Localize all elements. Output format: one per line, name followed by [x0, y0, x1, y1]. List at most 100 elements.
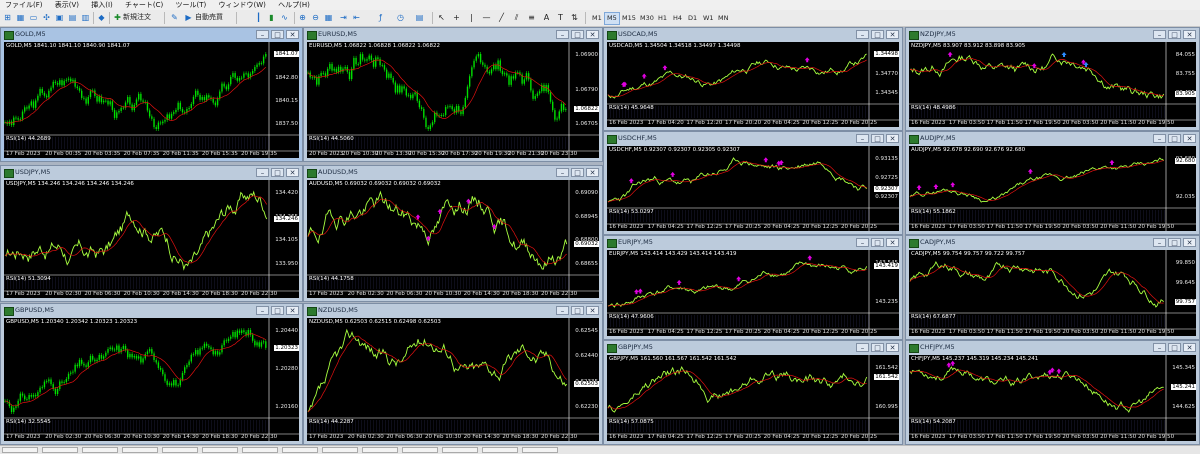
- chart-window[interactable]: CHFJPY,M5– □ ✕ CHFJPY,M5 145.237 145.319 14…: [905, 340, 1200, 445]
- cursor-icon[interactable]: ↖: [437, 13, 446, 22]
- timeframe-h4[interactable]: H4: [670, 12, 685, 25]
- navigator-icon[interactable]: ▣: [55, 13, 64, 22]
- chart-window[interactable]: EURJPY,M5– □ ✕ EURJPY,M5 143.414 143.429 14…: [603, 235, 903, 340]
- menu-file[interactable]: ファイル(F): [0, 0, 48, 10]
- chart-tab[interactable]: [482, 447, 518, 453]
- auto-trading-button[interactable]: 自動売買: [195, 12, 223, 23]
- price-chart[interactable]: EURJPY,M5 143.414 143.429 143.414 143.41…: [607, 250, 899, 336]
- timeframe-h1[interactable]: H1: [655, 12, 670, 25]
- close-button[interactable]: ✕: [1183, 238, 1196, 247]
- close-button[interactable]: ✕: [1183, 134, 1196, 143]
- maximize-button[interactable]: □: [271, 168, 284, 177]
- close-button[interactable]: ✕: [886, 30, 899, 39]
- chart-window[interactable]: GBPUSD,M5– □ ✕ GBPUSD,M5 1.20340 1.20342 1.…: [0, 303, 303, 445]
- timeframe-m5[interactable]: M5: [604, 12, 620, 25]
- maximize-button[interactable]: □: [1168, 30, 1181, 39]
- templates-icon[interactable]: ▤: [415, 13, 424, 22]
- chart-tab[interactable]: [242, 447, 278, 453]
- close-button[interactable]: ✕: [1183, 30, 1196, 39]
- new-order-button[interactable]: 新規注文: [123, 12, 151, 23]
- equidistant-channel-icon[interactable]: ⫽: [512, 13, 521, 22]
- chart-window[interactable]: AUDJPY,M5– □ ✕ AUDJPY,M5 92.678 92.690 92.6…: [905, 131, 1200, 235]
- price-chart[interactable]: USDJPY,M5 134.246 134.246 134.246 134.24…: [4, 180, 299, 298]
- close-button[interactable]: ✕: [586, 30, 599, 39]
- price-chart[interactable]: NZDUSD,M5 0.62503 0.62515 0.62498 0.6250…: [307, 318, 599, 441]
- menu-help[interactable]: ヘルプ(H): [273, 0, 315, 10]
- close-button[interactable]: ✕: [1183, 343, 1196, 352]
- candlestick-icon[interactable]: ▮: [267, 13, 276, 22]
- chart-tab[interactable]: [122, 447, 158, 453]
- chart-window[interactable]: USDCAD,M5– □ ✕ USDCAD,M5 1.34504 1.34518 1.…: [603, 27, 903, 131]
- price-chart[interactable]: GBPJPY,M5 161.560 161.567 161.542 161.54…: [607, 355, 899, 441]
- chart-tab[interactable]: [162, 447, 198, 453]
- close-button[interactable]: ✕: [586, 306, 599, 315]
- close-button[interactable]: ✕: [286, 168, 299, 177]
- trendline-icon[interactable]: ╱: [497, 13, 506, 22]
- chart-window[interactable]: EURUSD,M5– □ ✕ EURUSD,M5 1.06822 1.06828 1.…: [303, 27, 603, 162]
- maximize-button[interactable]: □: [571, 168, 584, 177]
- minimize-button[interactable]: –: [1153, 134, 1166, 143]
- chart-window[interactable]: GBPJPY,M5– □ ✕ GBPJPY,M5 161.560 161.567 16…: [603, 340, 903, 445]
- price-chart[interactable]: EURUSD,M5 1.06822 1.06828 1.06822 1.0682…: [307, 42, 599, 158]
- metaeditor-icon[interactable]: ◆: [97, 13, 106, 22]
- chart-shift-icon[interactable]: ⇤: [352, 13, 361, 22]
- strategy-tester-icon[interactable]: ▥: [81, 13, 90, 22]
- price-chart[interactable]: USDCHF,M5 0.92307 0.92307 0.92305 0.9230…: [607, 146, 899, 231]
- indicators-icon[interactable]: ƒ: [376, 13, 385, 22]
- chart-window[interactable]: USDCHF,M5– □ ✕ USDCHF,M5 0.92307 0.92307 0.…: [603, 131, 903, 235]
- menu-tools[interactable]: ツール(T): [171, 0, 212, 10]
- chart-tab[interactable]: [442, 447, 478, 453]
- terminal-icon[interactable]: ▤: [68, 13, 77, 22]
- new-chart-icon[interactable]: ⊞: [3, 13, 12, 22]
- chart-window[interactable]: AUDUSD,M5– □ ✕ AUDUSD,M5 0.69032 0.69032 0.…: [303, 165, 603, 302]
- minimize-button[interactable]: –: [856, 238, 869, 247]
- fibonacci-icon[interactable]: ≡: [527, 13, 536, 22]
- close-button[interactable]: ✕: [586, 168, 599, 177]
- price-chart[interactable]: AUDJPY,M5 92.678 92.690 92.676 92.680 RSI…: [909, 146, 1196, 231]
- minimize-button[interactable]: –: [856, 343, 869, 352]
- price-chart[interactable]: NZDJPY,M5 83.907 83.912 83.898 83.905 RSI…: [909, 42, 1196, 127]
- minimize-button[interactable]: –: [256, 168, 269, 177]
- timeframe-m30[interactable]: M30: [637, 12, 657, 25]
- price-chart[interactable]: GBPUSD,M5 1.20340 1.20342 1.20323 1.2032…: [4, 318, 299, 441]
- timeframe-d1[interactable]: D1: [685, 12, 700, 25]
- price-chart[interactable]: AUDUSD,M5 0.69032 0.69032 0.69032 0.6903…: [307, 180, 599, 298]
- zoom-out-icon[interactable]: ⊖: [311, 13, 320, 22]
- chart-tab[interactable]: [362, 447, 398, 453]
- menu-view[interactable]: 表示(V): [50, 0, 84, 10]
- close-button[interactable]: ✕: [286, 306, 299, 315]
- maximize-button[interactable]: □: [871, 343, 884, 352]
- timeframe-mn[interactable]: MN: [715, 12, 731, 25]
- minimize-button[interactable]: –: [1153, 30, 1166, 39]
- maximize-button[interactable]: □: [1168, 343, 1181, 352]
- chart-window[interactable]: NZDUSD,M5– □ ✕ NZDUSD,M5 0.62503 0.62515 0.…: [303, 303, 603, 445]
- auto-scroll-icon[interactable]: ⇥: [339, 13, 348, 22]
- close-button[interactable]: ✕: [286, 30, 299, 39]
- minimize-button[interactable]: –: [856, 134, 869, 143]
- maximize-button[interactable]: □: [871, 238, 884, 247]
- metaeditor-icon[interactable]: ✎: [170, 13, 179, 22]
- price-chart[interactable]: CHFJPY,M5 145.237 145.319 145.234 145.24…: [909, 355, 1196, 441]
- horizontal-line-icon[interactable]: —: [482, 13, 491, 22]
- chart-tab[interactable]: [402, 447, 438, 453]
- maximize-button[interactable]: □: [1168, 238, 1181, 247]
- minimize-button[interactable]: –: [1153, 343, 1166, 352]
- maximize-button[interactable]: □: [1168, 134, 1181, 143]
- vertical-line-icon[interactable]: |: [467, 13, 476, 22]
- chart-window[interactable]: GOLD,M5– □ ✕ GOLD,M5 1841.10 1841.10 1840.9…: [0, 27, 303, 162]
- data-window-icon[interactable]: ✣: [42, 13, 51, 22]
- maximize-button[interactable]: □: [871, 30, 884, 39]
- close-button[interactable]: ✕: [886, 343, 899, 352]
- maximize-button[interactable]: □: [871, 134, 884, 143]
- maximize-button[interactable]: □: [571, 306, 584, 315]
- maximize-button[interactable]: □: [571, 30, 584, 39]
- bar-chart-icon[interactable]: ┃: [254, 13, 263, 22]
- close-button[interactable]: ✕: [886, 134, 899, 143]
- minimize-button[interactable]: –: [556, 306, 569, 315]
- profiles-icon[interactable]: ▦: [16, 13, 25, 22]
- chart-window[interactable]: USDJPY,M5– □ ✕ USDJPY,M5 134.246 134.246 13…: [0, 165, 303, 302]
- maximize-button[interactable]: □: [271, 30, 284, 39]
- arrows-icon[interactable]: ⇅: [570, 13, 579, 22]
- timeframe-m1[interactable]: M1: [589, 12, 605, 25]
- tile-windows-icon[interactable]: ▦: [324, 13, 333, 22]
